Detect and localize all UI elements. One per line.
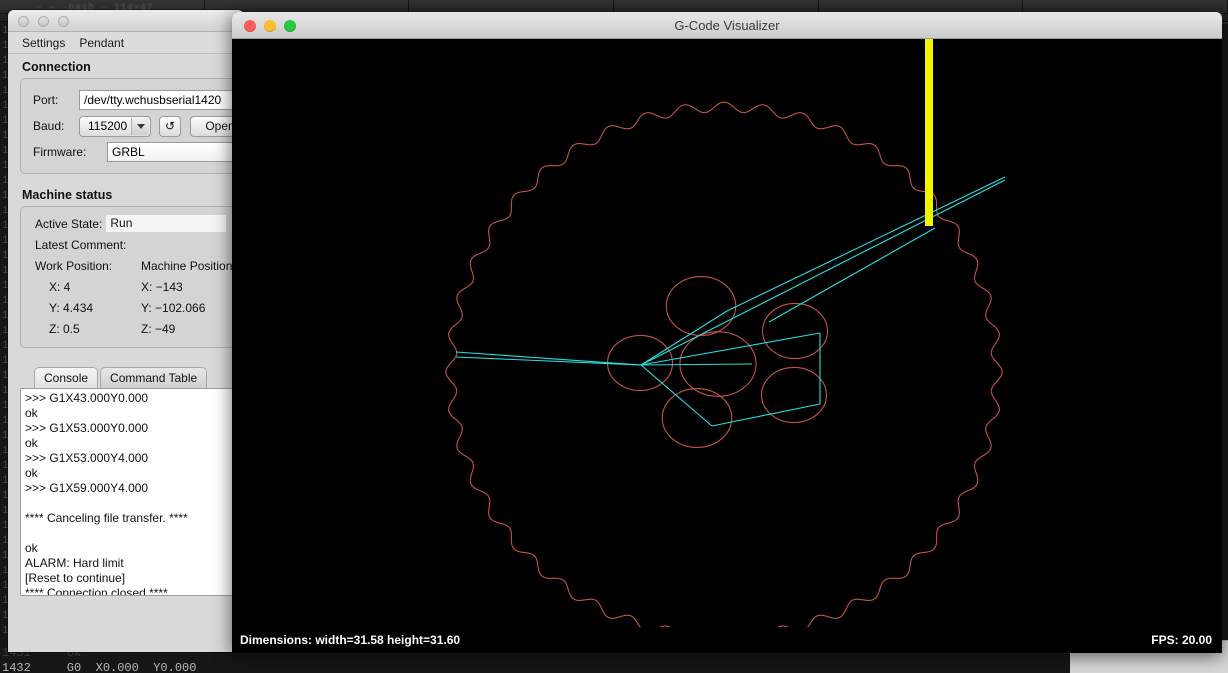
console-line: [Reset to continue] bbox=[25, 571, 126, 585]
visualizer-canvas[interactable]: Dimensions: width=31.58 height=31.60 FPS… bbox=[232, 39, 1222, 653]
machine-position-label: Machine Position bbox=[141, 258, 233, 273]
console-line: ALARM: Hard limit bbox=[25, 556, 124, 570]
port-row: Port: /dev/tty.wchusbserial1420 bbox=[21, 87, 244, 113]
port-label: Port: bbox=[33, 93, 59, 107]
visualizer-traffic-lights bbox=[244, 20, 296, 32]
fps-label: FPS: 20.00 bbox=[1151, 633, 1212, 647]
active-state-row: Active State: Run bbox=[21, 213, 244, 234]
work-x-value: X: 4 bbox=[49, 279, 71, 294]
port-input[interactable]: /dev/tty.wchusbserial1420 bbox=[79, 90, 244, 110]
machine-y-value: Y: −102.066 bbox=[141, 300, 206, 315]
ugs-close-button[interactable] bbox=[18, 16, 29, 27]
firmware-label: Firmware: bbox=[33, 145, 87, 159]
firmware-select[interactable]: GRBL bbox=[107, 142, 244, 162]
connection-section-title: Connection bbox=[22, 60, 91, 74]
baud-select-value: 115200 bbox=[88, 119, 128, 133]
machine-status-section-title: Machine status bbox=[22, 188, 113, 202]
baud-label: Baud: bbox=[33, 119, 65, 133]
baud-row: Baud: 115200 ↺ Open bbox=[21, 113, 244, 139]
console-line: >>> G1X53.000Y0.000 bbox=[25, 421, 149, 435]
machine-z-value: Z: −49 bbox=[141, 321, 176, 336]
refresh-icon[interactable]: ↺ bbox=[159, 115, 181, 137]
latest-comment-label: Latest Comment: bbox=[35, 237, 127, 252]
gcode-visualizer-window: G-Code Visualizer Dimensions: width=31.5… bbox=[232, 12, 1222, 653]
ugs-minimize-button[interactable] bbox=[38, 16, 49, 27]
console-line: >>> G1X53.000Y4.000 bbox=[25, 451, 149, 465]
console-line: ok bbox=[25, 406, 38, 420]
machine-x-value: X: −143 bbox=[141, 279, 183, 294]
tab-command-table[interactable]: Command Table bbox=[100, 367, 208, 388]
ugs-zoom-button[interactable] bbox=[58, 16, 69, 27]
visualizer-statusbar: Dimensions: width=31.58 height=31.60 FPS… bbox=[232, 627, 1222, 653]
console-line: ok bbox=[25, 436, 38, 450]
console-tabstrip: Console Command Table bbox=[34, 366, 244, 388]
tab-console[interactable]: Console bbox=[34, 367, 99, 388]
toolpath-render bbox=[232, 39, 1222, 653]
firmware-row: Firmware: GRBL bbox=[21, 139, 244, 165]
console-output[interactable]: >>> G1X43.000Y0.000 ok >>> G1X53.000Y0.000… bbox=[20, 388, 244, 596]
console-line: >>> G1X59.000Y4.000 bbox=[25, 481, 149, 495]
console-line: **** Connection closed **** bbox=[25, 586, 168, 596]
console-line: ok bbox=[25, 466, 38, 480]
work-y-value: Y: 4.434 bbox=[49, 300, 94, 315]
position-row-z: Z: 0.5 Z: −49 bbox=[21, 318, 244, 339]
position-row-y: Y: 4.434 Y: −102.066 bbox=[21, 297, 244, 318]
latest-comment-row: Latest Comment: bbox=[21, 234, 244, 255]
zoom-button[interactable] bbox=[284, 20, 296, 32]
connection-panel: Port: /dev/tty.wchusbserial1420 Baud: 11… bbox=[20, 78, 244, 174]
ugs-body: Connection Port: /dev/tty.wchusbserial14… bbox=[8, 54, 244, 652]
ugs-menubar: Settings Pendant bbox=[8, 32, 244, 54]
machine-status-panel: Active State: Run Latest Comment: Work P… bbox=[20, 206, 244, 348]
screen-root: 1 1 1 1 1 1 1 1 1 1 1 1 1 1 1 1 1 1 1 1 … bbox=[0, 0, 1228, 673]
position-row-x: X: 4 X: −143 bbox=[21, 276, 244, 297]
minimize-button[interactable] bbox=[264, 20, 276, 32]
active-state-label: Active State: bbox=[35, 216, 103, 231]
visualizer-title: G-Code Visualizer bbox=[674, 17, 780, 33]
ugs-titlebar[interactable] bbox=[8, 10, 244, 32]
work-position-label: Work Position: bbox=[35, 258, 113, 273]
visualizer-titlebar[interactable]: G-Code Visualizer bbox=[232, 12, 1222, 39]
baud-select[interactable]: 115200 bbox=[79, 115, 151, 137]
menu-item-settings[interactable]: Settings bbox=[22, 36, 65, 50]
close-button[interactable] bbox=[244, 20, 256, 32]
position-header-row: Work Position: Machine Position bbox=[21, 255, 244, 276]
console-line: >>> G1X43.000Y0.000 bbox=[25, 391, 149, 405]
console-line: **** Canceling file transfer. **** bbox=[25, 511, 188, 525]
chevron-down-icon[interactable] bbox=[131, 117, 149, 135]
work-z-value: Z: 0.5 bbox=[49, 321, 80, 336]
ugs-window: Settings Pendant Connection Port: /dev/t… bbox=[8, 10, 244, 652]
console-line: ok bbox=[25, 541, 38, 555]
background-terminal-last-line: 1432 G0 X0.000 Y0.000 bbox=[2, 661, 197, 673]
menu-item-pendant[interactable]: Pendant bbox=[79, 36, 124, 50]
active-state-value: Run bbox=[106, 215, 227, 232]
dimensions-label: Dimensions: width=31.58 height=31.60 bbox=[240, 633, 461, 647]
